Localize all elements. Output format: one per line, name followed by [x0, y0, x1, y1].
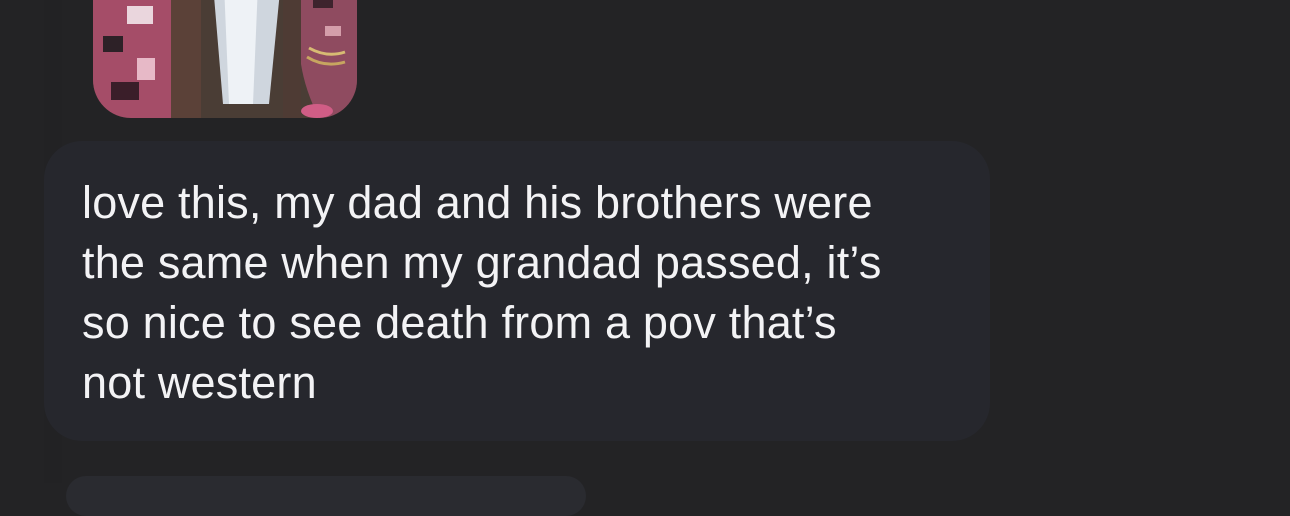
message-text: love this, my dad and his brothers were …	[82, 177, 882, 408]
incoming-message-bubble[interactable]: love this, my dad and his brothers were …	[44, 141, 990, 441]
next-message-bubble-edge[interactable]	[66, 476, 586, 516]
image-preview	[93, 0, 357, 118]
image-attachment[interactable]	[93, 0, 357, 118]
